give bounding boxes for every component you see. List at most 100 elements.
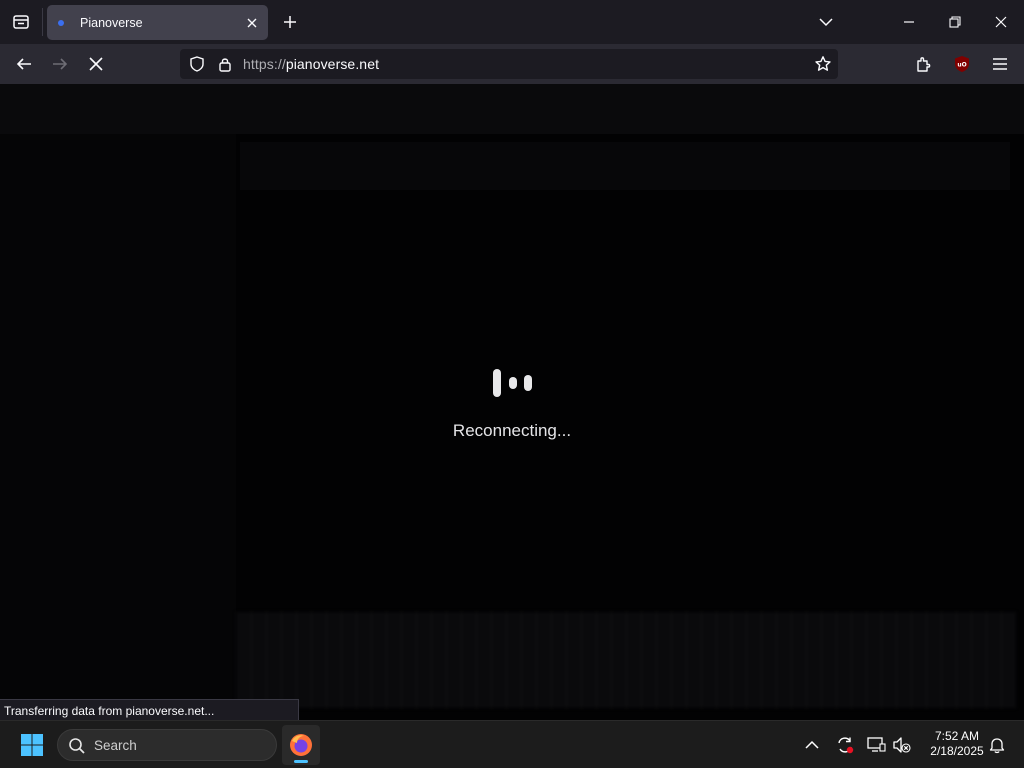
piano-key-divider: [911, 612, 912, 708]
start-button[interactable]: [14, 728, 50, 762]
piano-key-divider: [371, 612, 372, 708]
piano-key-divider: [446, 612, 447, 708]
back-button[interactable]: [8, 48, 40, 80]
dimmed-piano-keyboard: [236, 612, 1016, 708]
url-host: pianoverse.net: [285, 56, 380, 72]
taskbar-search-box[interactable]: Search: [57, 729, 277, 761]
piano-key-divider: [761, 612, 762, 708]
arrow-right-icon: [53, 58, 68, 70]
piano-key-divider: [281, 612, 282, 708]
piano-key-divider: [821, 612, 822, 708]
sync-icon: [838, 737, 854, 754]
star-icon: [815, 56, 831, 71]
piano-key-divider: [416, 612, 417, 708]
piano-key-divider: [296, 612, 297, 708]
puzzle-icon: [917, 57, 931, 72]
piano-key-divider: [701, 612, 702, 708]
piano-key-divider: [671, 612, 672, 708]
close-window-button[interactable]: [983, 4, 1019, 40]
piano-key-divider: [491, 612, 492, 708]
shield-icon: [190, 56, 204, 72]
piano-key-divider: [326, 612, 327, 708]
ublock-origin-button[interactable]: uO: [946, 48, 978, 80]
list-all-tabs-button[interactable]: [808, 4, 844, 40]
piano-key-divider: [401, 612, 402, 708]
piano-key-divider: [1001, 612, 1002, 708]
arrow-left-icon: [16, 58, 31, 70]
windows-logo-icon: [21, 734, 43, 756]
piano-key-divider: [266, 612, 267, 708]
search-label: Search: [94, 738, 137, 753]
piano-key-divider: [461, 612, 462, 708]
stop-icon: [89, 57, 103, 71]
dimmed-room-header: [240, 142, 1010, 190]
url-text: https://pianoverse.net: [243, 56, 379, 72]
ublock-shield-icon: uO: [955, 56, 969, 72]
piano-key-divider: [476, 612, 477, 708]
system-clock[interactable]: 7:52 AM 2/18/2025: [922, 729, 992, 759]
bookmark-star-button[interactable]: [811, 52, 835, 76]
volume-icon[interactable]: [890, 733, 914, 757]
piano-key-divider: [611, 612, 612, 708]
piano-key-divider: [896, 612, 897, 708]
piano-key-divider: [656, 612, 657, 708]
dimmed-app-header: [0, 84, 1024, 134]
plus-icon: [284, 16, 296, 28]
piano-key-divider: [776, 612, 777, 708]
tab-separator: [42, 8, 43, 36]
svg-text:uO: uO: [957, 62, 966, 69]
address-bar[interactable]: https://pianoverse.net: [180, 49, 838, 79]
new-tab-button[interactable]: [276, 8, 304, 36]
url-scheme: https://: [243, 56, 286, 72]
piano-key-divider: [881, 612, 882, 708]
taskbar-firefox-app[interactable]: [282, 725, 320, 765]
update-status-icon[interactable]: [833, 733, 857, 757]
reconnecting-message: Reconnecting...: [452, 421, 572, 440]
speaker-muted-icon: [893, 737, 911, 753]
chevron-up-icon: [805, 740, 819, 749]
clock-time: 7:52 AM: [934, 729, 980, 743]
bell-icon: [989, 738, 1005, 754]
piano-key-divider: [356, 612, 357, 708]
piano-key-divider: [956, 612, 957, 708]
loading-spinner-icon: [492, 369, 534, 397]
firefox-icon: [290, 734, 312, 756]
network-icon[interactable]: [864, 733, 888, 757]
show-hidden-icons-button[interactable]: [800, 733, 824, 757]
piano-key-divider: [626, 612, 627, 708]
piano-key-divider: [731, 612, 732, 708]
piano-key-divider: [641, 612, 642, 708]
notifications-button[interactable]: [985, 733, 1009, 757]
forward-button[interactable]: [44, 48, 76, 80]
piano-key-divider: [251, 612, 252, 708]
browser-toolbar: https://pianoverse.net uO: [0, 44, 1024, 84]
clock-date: 2/18/2025: [930, 744, 984, 758]
browser-status-panel: Transferring data from pianoverse.net...: [0, 699, 299, 721]
piano-key-divider: [986, 612, 987, 708]
tab-pianoverse[interactable]: Pianoverse: [47, 5, 268, 40]
app-menu-button[interactable]: [984, 48, 1016, 80]
extensions-button[interactable]: [908, 48, 940, 80]
firefox-view-icon: [13, 15, 29, 29]
piano-key-divider: [596, 612, 597, 708]
piano-key-divider: [926, 612, 927, 708]
chevron-down-icon: [819, 18, 833, 27]
piano-key-divider: [791, 612, 792, 708]
lock-icon: [219, 58, 231, 72]
network-monitor-icon: [867, 737, 886, 752]
firefox-view-button[interactable]: [0, 0, 42, 44]
restore-button[interactable]: [937, 4, 973, 40]
piano-key-divider: [716, 612, 717, 708]
piano-key-divider: [851, 612, 852, 708]
spinner-bar: [509, 377, 517, 389]
tracking-protection-icon[interactable]: [185, 52, 209, 76]
windows-taskbar: Search 7:52 AM 2/18/2025: [0, 720, 1024, 768]
piano-key-divider: [506, 612, 507, 708]
site-security-icon[interactable]: [213, 52, 237, 76]
page-content: Reconnecting...: [0, 84, 1024, 720]
restore-icon: [949, 16, 961, 28]
stop-loading-button[interactable]: [80, 48, 112, 80]
minimize-button[interactable]: [891, 4, 927, 40]
tab-close-button[interactable]: [241, 12, 263, 34]
hamburger-menu-icon: [993, 58, 1007, 70]
